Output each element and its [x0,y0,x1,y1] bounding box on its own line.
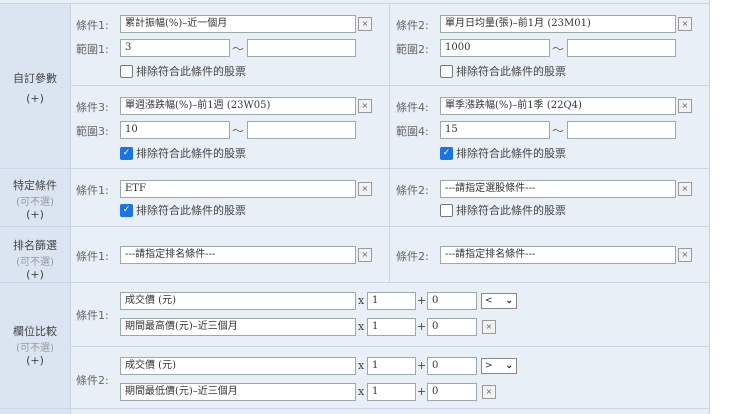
add-rank-button[interactable]: (+) [0,268,70,281]
add-compare-button[interactable]: (+) [0,354,70,367]
exclude-label: 排除符合此條件的股票 [136,204,246,217]
condition-label: 條件2: [396,19,429,32]
section-custom: 自訂參數 (+) [0,3,71,168]
condition-label: 條件4: [396,101,429,114]
condition-label: 條件2: [396,184,429,197]
range-label: 範圍3: [76,125,109,138]
tilde: ～ [232,124,245,138]
exclude-label: 排除符合此條件的股票 [136,65,246,78]
optional-note: (可不選) [16,197,54,208]
exclude-label: 排除符合此條件的股票 [456,204,566,217]
rank-select[interactable]: ---請指定排名條件--- [120,246,356,264]
section-title: 自訂參數 [13,72,57,85]
exclude-label: 排除符合此條件的股票 [456,65,566,78]
addend-input[interactable]: 0 [427,292,477,310]
condition-label: 條件2: [76,374,109,387]
add-specific-button[interactable]: (+) [0,208,70,221]
multiplier-input[interactable]: 1 [367,357,416,375]
exclude-label: 排除符合此條件的股票 [456,147,566,160]
rank-select[interactable]: ---請指定排名條件--- [440,246,676,264]
exclude-checkbox[interactable] [120,65,133,78]
optional-note: (可不選) [16,257,54,268]
remove-button[interactable]: × [358,182,372,196]
optional-note: (可不選) [16,343,54,354]
section-title: 欄位比較 [13,325,57,338]
section-title: 排名篩選 [13,239,57,252]
plus-sign: + [417,294,427,307]
exclude-checkbox[interactable]: ✓ [440,147,453,160]
section-rank: 排名篩選 (可不選) (+) [0,227,71,282]
multiply-sign: x [358,294,365,307]
operator-value: < [485,296,493,306]
remove-button[interactable]: × [358,17,372,31]
chevron-down-icon: ⌄ [505,361,513,371]
multiplier-input[interactable]: 1 [367,383,416,401]
multiplier-input[interactable]: 1 [367,292,416,310]
section-title: 特定條件 [13,179,57,192]
range-label: 範圍2: [396,43,429,56]
tilde: ～ [232,42,245,56]
multiply-sign: x [358,385,365,398]
section-specific: 特定條件 (可不選) (+) [0,169,71,226]
field-b-select[interactable]: 期間最高價(元)–近三個月 [120,318,356,336]
multiply-sign: x [358,359,365,372]
remove-button[interactable]: × [678,248,692,262]
tilde: ～ [552,124,565,138]
add-custom-button[interactable]: (+) [0,92,70,105]
range-max-input[interactable] [247,121,356,139]
field-a-select[interactable]: 成交價 (元) [120,357,356,375]
range-min-input[interactable]: 15 [440,121,550,139]
condition-label: 條件1: [76,250,109,263]
remove-button[interactable]: × [482,385,496,399]
remove-button[interactable]: × [678,99,692,113]
plus-sign: + [417,385,427,398]
chevron-down-icon: ⌄ [505,296,513,306]
range-max-input[interactable] [567,39,676,57]
operator-select[interactable]: > ⌄ [481,358,517,374]
addend-input[interactable]: 0 [427,318,477,336]
condition-select[interactable]: ETF [120,180,356,198]
condition-label: 條件1: [76,19,109,32]
exclude-checkbox[interactable] [440,65,453,78]
condition-select[interactable]: ---請指定選股條件--- [440,180,676,198]
condition-label: 條件1: [76,184,109,197]
remove-button[interactable]: × [678,17,692,31]
range-min-input[interactable]: 3 [120,39,230,57]
plus-sign: + [417,359,427,372]
condition-field[interactable]: 單週漲跌幅(%)–前1週 (23W05) [120,97,356,115]
tilde: ～ [552,42,565,56]
field-b-select[interactable]: 期間最低價(元)–近三個月 [120,383,356,401]
range-label: 範圍4: [396,125,429,138]
range-min-input[interactable]: 1000 [440,39,550,57]
multiplier-input[interactable]: 1 [367,318,416,336]
exclude-label: 排除符合此條件的股票 [136,147,246,160]
plus-sign: + [417,320,427,333]
section-compare: 欄位比較 (可不選) (+) [0,283,71,414]
condition-field[interactable]: 累計振幅(%)–近一個月 [120,15,356,33]
exclude-checkbox[interactable]: ✓ [120,147,133,160]
operator-value: > [485,361,493,371]
exclude-checkbox[interactable]: ✓ [120,204,133,217]
range-label: 範圍1: [76,43,109,56]
remove-button[interactable]: × [678,182,692,196]
range-max-input[interactable] [247,39,356,57]
condition-field[interactable]: 單月日均量(張)–前1月 (23M01) [440,15,676,33]
remove-button[interactable]: × [482,320,496,334]
range-min-input[interactable]: 10 [120,121,230,139]
condition-label: 條件1: [76,309,109,322]
range-max-input[interactable] [567,121,676,139]
addend-input[interactable]: 0 [427,383,477,401]
remove-button[interactable]: × [358,248,372,262]
remove-button[interactable]: × [358,99,372,113]
multiply-sign: x [358,320,365,333]
field-a-select[interactable]: 成交價 (元) [120,292,356,310]
condition-field[interactable]: 單季漲跌幅(%)–前1季 (22Q4) [440,97,676,115]
condition-label: 條件3: [76,101,109,114]
exclude-checkbox[interactable] [440,204,453,217]
screener-form: 自訂參數 (+) 特定條件 (可不選) (+) 排名篩選 (可不選) (+) 欄… [0,0,710,414]
operator-select[interactable]: < ⌄ [481,293,517,309]
condition-label: 條件2: [396,250,429,263]
addend-input[interactable]: 0 [427,357,477,375]
